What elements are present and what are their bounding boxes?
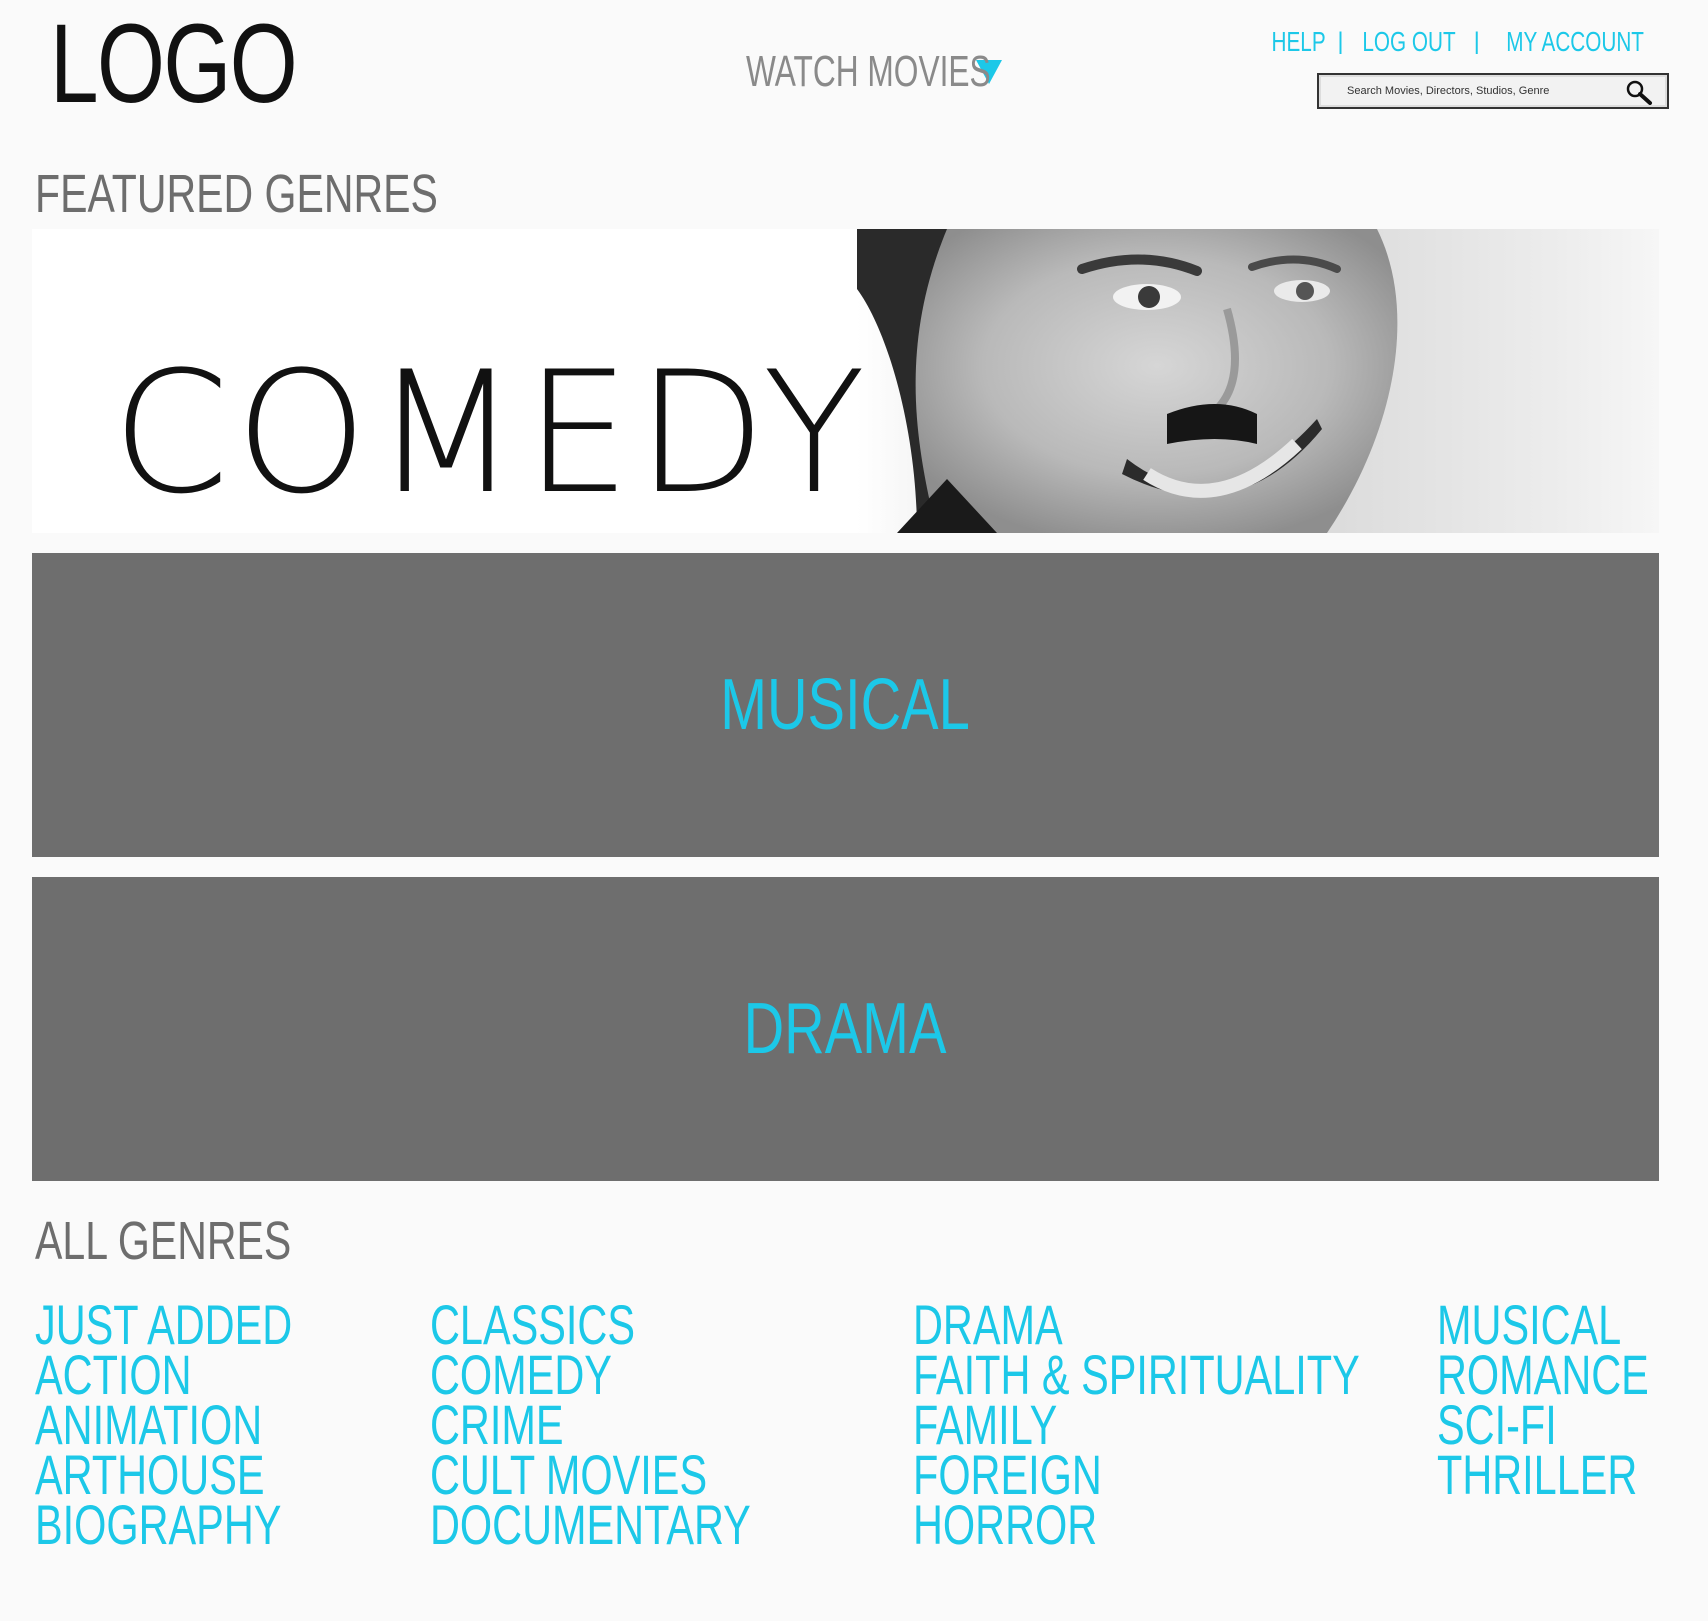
drama-banner-label: DRAMA <box>744 989 947 1069</box>
log-out-link[interactable]: LOG OUT <box>1362 26 1455 58</box>
my-account-link[interactable]: MY ACCOUNT <box>1506 26 1644 58</box>
link-separator: | <box>1473 28 1480 55</box>
featured-banner-comedy[interactable]: COMEDY <box>32 229 1659 533</box>
genre-column: CLASSICS COMEDY CRIME CULT MOVIES DOCUME… <box>430 1297 864 1553</box>
featured-banner-drama[interactable]: DRAMA <box>32 877 1659 1181</box>
comedy-banner-label: COMEDY <box>112 335 872 531</box>
search-input[interactable] <box>1319 85 1619 97</box>
all-genres-title: ALL GENRES <box>35 1211 292 1271</box>
watch-movies-menu[interactable]: WATCH MOVIES <box>746 50 1002 94</box>
musical-banner-label: MUSICAL <box>720 665 971 745</box>
featured-banner-musical[interactable]: MUSICAL <box>32 553 1659 857</box>
genre-column: DRAMA FAITH & SPIRITUALITY FAMILY FOREIG… <box>913 1297 1517 1553</box>
genre-link-biography[interactable]: BIOGRAPHY <box>35 1497 292 1553</box>
all-genres-grid: JUST ADDED ACTION ANIMATION ARTHOUSE BIO… <box>0 1297 1708 1560</box>
help-link[interactable]: HELP <box>1272 26 1326 58</box>
genre-column: JUST ADDED ACTION ANIMATION ARTHOUSE BIO… <box>35 1297 382 1553</box>
genre-link-documentary[interactable]: DOCUMENTARY <box>430 1497 751 1553</box>
site-logo[interactable]: LOGO <box>50 8 298 120</box>
genre-column: MUSICAL ROMANCE SCI-FI THRILLER <box>1437 1297 1708 1503</box>
link-separator: | <box>1337 28 1344 55</box>
comedy-portrait-image <box>857 229 1659 533</box>
search-box <box>1317 73 1669 109</box>
genre-link-horror[interactable]: HORROR <box>913 1497 1360 1553</box>
account-links: HELP | LOG OUT | MY ACCOUNT <box>1262 26 1668 58</box>
genre-link-thriller[interactable]: THRILLER <box>1437 1447 1649 1503</box>
search-icon[interactable] <box>1625 79 1653 105</box>
watch-movies-label: WATCH MOVIES <box>746 47 991 96</box>
featured-genres-title: FEATURED GENRES <box>35 164 438 224</box>
